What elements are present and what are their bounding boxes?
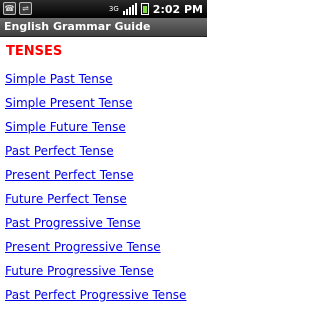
list-item: Future Progressive Tense <box>5 260 205 284</box>
link-past-perfect-tense[interactable]: Past Perfect Tense <box>5 144 114 158</box>
link-present-progressive-tense[interactable]: Present Progressive Tense <box>5 240 161 254</box>
app-title-bar: English Grammar Guide <box>0 18 207 37</box>
signal-strength-icon <box>122 3 137 15</box>
list-item: Past Perfect Progressive Tense <box>5 284 205 308</box>
list-item: Present Perfect Tense <box>5 164 205 188</box>
link-simple-past-tense[interactable]: Simple Past Tense <box>5 72 113 86</box>
link-past-progressive-tense[interactable]: Past Progressive Tense <box>5 216 141 230</box>
battery-icon <box>140 3 149 15</box>
status-right: 3G 2:02 PM <box>109 1 203 17</box>
network-type-label: 3G <box>108 5 119 13</box>
link-simple-future-tense[interactable]: Simple Future Tense <box>5 120 126 134</box>
link-future-perfect-tense[interactable]: Future Perfect Tense <box>5 192 127 206</box>
list-item: Future Perfect Tense <box>5 188 205 212</box>
tense-link-list: Simple Past Tense Simple Present Tense S… <box>5 68 205 308</box>
link-past-perfect-progressive-tense[interactable]: Past Perfect Progressive Tense <box>5 288 186 302</box>
list-item: Past Perfect Tense <box>5 140 205 164</box>
list-item: Simple Future Tense <box>5 116 205 140</box>
list-item: Present Progressive Tense <box>5 236 205 260</box>
list-item: Simple Present Tense <box>5 92 205 116</box>
status-icons-left: ☎ ⇌ <box>3 2 32 15</box>
list-item: Simple Past Tense <box>5 68 205 92</box>
section-heading: TENSES <box>6 44 63 59</box>
link-future-progressive-tense[interactable]: Future Progressive Tense <box>5 264 154 278</box>
status-bar: ☎ ⇌ 3G 2:02 PM <box>0 0 207 18</box>
app-title: English Grammar Guide <box>4 20 151 33</box>
usb-icon: ⇌ <box>19 2 32 15</box>
link-simple-present-tense[interactable]: Simple Present Tense <box>5 96 133 110</box>
phone-icon: ☎ <box>3 2 16 15</box>
status-clock: 2:02 PM <box>152 2 203 16</box>
list-item: Past Progressive Tense <box>5 212 205 236</box>
link-present-perfect-tense[interactable]: Present Perfect Tense <box>5 168 134 182</box>
